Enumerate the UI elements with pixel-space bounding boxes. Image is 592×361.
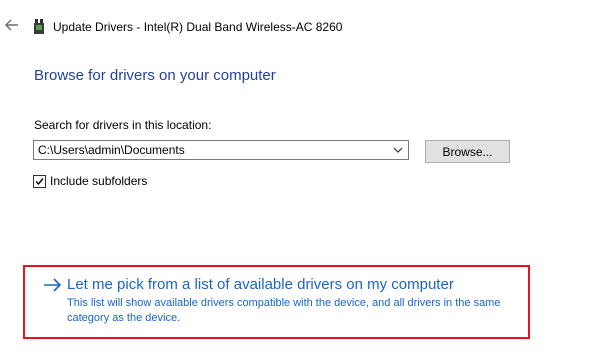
network-adapter-icon (34, 19, 44, 34)
back-button[interactable] (2, 15, 22, 35)
include-subfolders-checkbox[interactable]: Include subfolders (33, 173, 147, 189)
include-subfolders-label: Include subfolders (50, 174, 148, 188)
checkbox-box[interactable] (33, 174, 46, 188)
location-path-combobox[interactable]: C:\Users\admin\Documents (33, 140, 409, 160)
dropdown-button[interactable] (390, 142, 406, 158)
location-path-value[interactable]: C:\Users\admin\Documents (38, 143, 185, 157)
browse-button[interactable]: Browse... (425, 140, 510, 163)
pick-from-list-description: This list will show available drivers co… (67, 297, 501, 324)
arrow-left-icon (5, 19, 18, 31)
window-title: Update Drivers - Intel(R) Dual Band Wire… (53, 20, 343, 34)
checkmark-icon (35, 177, 44, 185)
arrow-right-icon (44, 278, 62, 292)
pick-from-list-title[interactable]: Let me pick from a list of available dri… (67, 275, 454, 294)
page-heading: Browse for drivers on your computer (34, 67, 276, 84)
chevron-down-icon (393, 147, 403, 153)
title-bar: Update Drivers - Intel(R) Dual Band Wire… (0, 0, 592, 44)
location-label: Search for drivers in this location: (34, 118, 212, 132)
